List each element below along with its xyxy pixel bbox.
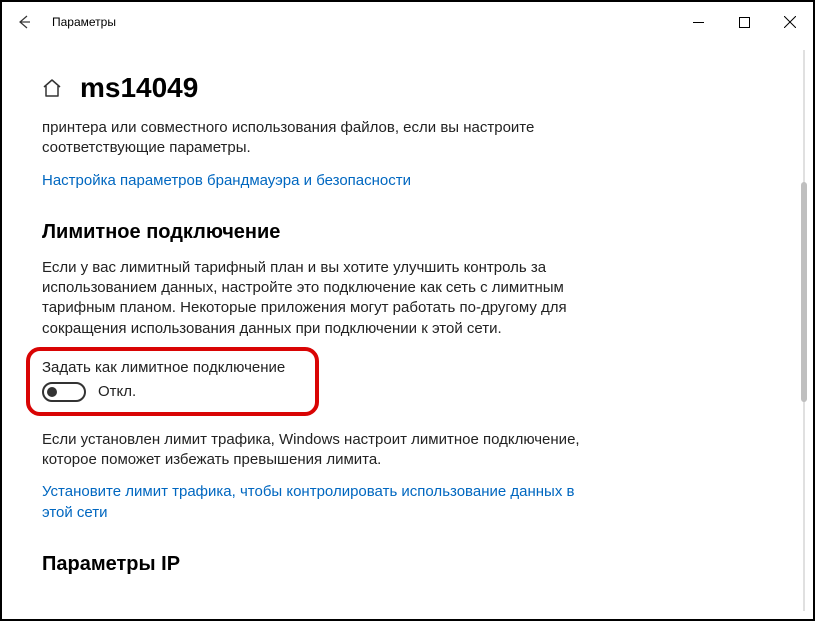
metered-after-text: Если установлен лимит трафика, Windows н… (42, 430, 582, 471)
ip-heading: Параметры IP (42, 553, 773, 576)
metered-toggle-label: Задать как лимитное подключение (42, 359, 285, 376)
metered-description: Если у вас лимитный тарифный план и вы х… (42, 258, 582, 339)
home-icon (42, 78, 62, 98)
back-button[interactable] (2, 2, 44, 42)
intro-paragraph: принтера или совместного использования ф… (42, 118, 582, 159)
toggle-knob (47, 387, 57, 397)
metered-toggle[interactable] (42, 382, 86, 402)
arrow-left-icon (15, 14, 31, 30)
minimize-icon (693, 17, 704, 28)
metered-heading: Лимитное подключение (42, 221, 773, 244)
window-controls (675, 2, 813, 42)
titlebar: Параметры (2, 2, 813, 42)
maximize-button[interactable] (721, 2, 767, 42)
close-icon (784, 16, 796, 28)
minimize-button[interactable] (675, 2, 721, 42)
close-button[interactable] (767, 2, 813, 42)
metered-toggle-highlight: Задать как лимитное подключение Откл. (26, 347, 319, 416)
content-scroll[interactable]: ms14049 принтера или совместного использ… (2, 42, 813, 619)
page-header: ms14049 (42, 72, 773, 104)
data-limit-link[interactable]: Установите лимит трафика, чтобы контроли… (42, 482, 582, 523)
metered-toggle-state: Откл. (98, 383, 136, 400)
firewall-settings-link[interactable]: Настройка параметров брандмауэра и безоп… (42, 171, 582, 191)
scrollbar-thumb[interactable] (801, 182, 807, 402)
maximize-icon (739, 17, 750, 28)
window-title: Параметры (44, 15, 675, 29)
page-title: ms14049 (80, 72, 198, 104)
